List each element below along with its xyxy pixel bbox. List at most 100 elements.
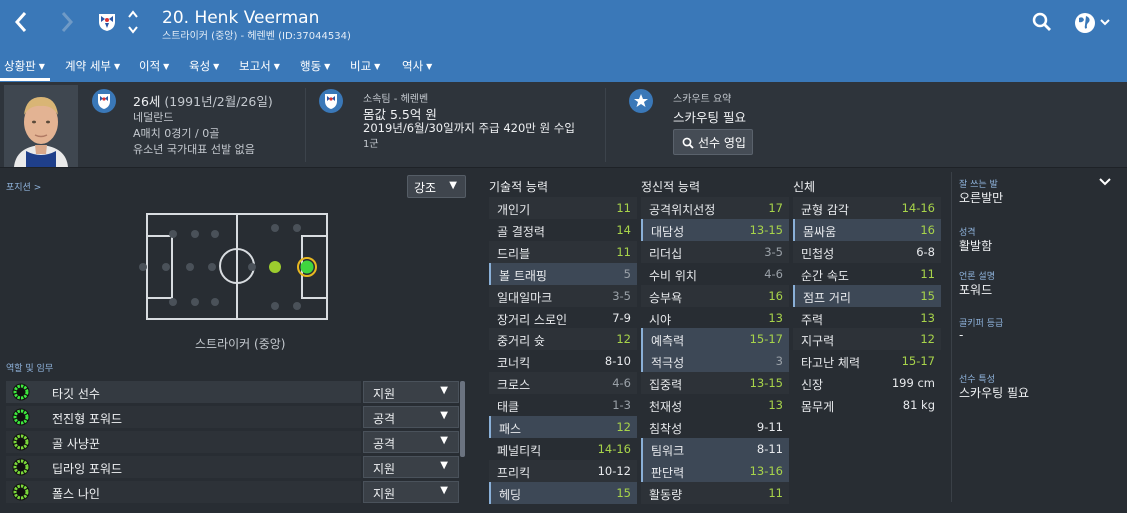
attribute-name: 장거리 스로인 — [497, 312, 568, 327]
attribute-row[interactable]: 대담성 13-15 — [641, 218, 789, 241]
attribute-row[interactable]: 승부욕 16 — [641, 284, 789, 307]
attribute-row[interactable]: 점프 거리 15 — [793, 284, 941, 307]
menu-item-compare[interactable]: 비교 ▼ — [350, 58, 380, 74]
attribute-row[interactable]: 주력 13 — [793, 307, 941, 329]
attribute-row[interactable]: 균형 감각 14-16 — [793, 197, 941, 219]
attribute-value: 13-15 — [749, 376, 783, 391]
club-crest-icon[interactable] — [319, 89, 343, 113]
info-value: 포워드 — [959, 283, 993, 297]
attribute-row[interactable]: 골 결정력 14 — [489, 219, 637, 241]
role-row[interactable]: 타깃 선수 지원 ▼ — [6, 381, 459, 403]
role-duty-dropdown[interactable]: 지원 ▼ — [363, 381, 459, 403]
menu-item-development[interactable]: 육성 ▼ — [189, 58, 219, 74]
menu-item-actions[interactable]: 행동 ▼ — [300, 58, 330, 74]
attribute-row[interactable]: 민첩성 6-8 — [793, 240, 941, 263]
attribute-row[interactable]: 프리킥 10-12 — [489, 459, 637, 482]
attribute-row[interactable]: 순간 속도 11 — [793, 263, 941, 285]
attribute-row[interactable]: 판단력 13-16 — [641, 459, 789, 482]
attribute-row[interactable]: 공격위치선정 17 — [641, 197, 789, 219]
role-duty-dropdown[interactable]: 공격 ▼ — [363, 406, 459, 428]
sign-player-button[interactable]: 선수 영입 — [673, 129, 753, 155]
technical-title: 기술적 능력 — [489, 180, 549, 194]
role-row[interactable]: 골 사냥꾼 공격 ▼ — [6, 431, 459, 453]
attribute-name: 몸무게 — [801, 400, 835, 415]
position-link[interactable]: 포지션 > — [6, 180, 41, 193]
attribute-row[interactable]: 코너킥 8-10 — [489, 350, 637, 372]
attribute-name: 판단력 — [651, 465, 685, 480]
role-row[interactable]: 딥라잉 포워드 지원 ▼ — [6, 456, 459, 478]
attribute-value: 12 — [616, 332, 631, 347]
attribute-row[interactable]: 천재성 13 — [641, 394, 789, 416]
back-arrow-icon[interactable] — [14, 10, 28, 39]
attribute-name: 수비 위치 — [649, 268, 697, 283]
attribute-row[interactable]: 드리블 11 — [489, 240, 637, 263]
attribute-row[interactable]: 시야 13 — [641, 307, 789, 329]
role-row[interactable]: 폴스 나인 지원 ▼ — [6, 481, 459, 503]
scout-label: 스카우트 요약 — [673, 94, 732, 105]
attribute-name: 헤딩 — [499, 487, 522, 502]
search-icon[interactable] — [1032, 12, 1052, 32]
attribute-value: 13-16 — [749, 463, 783, 478]
attribute-row[interactable]: 신장 199 cm — [793, 372, 941, 394]
attribute-name: 리더십 — [649, 246, 683, 261]
squad-status: 1군 — [363, 139, 379, 150]
attribute-row[interactable]: 몸싸움 16 — [793, 218, 941, 241]
role-duty-dropdown[interactable]: 지원 ▼ — [363, 456, 459, 478]
attribute-row[interactable]: 적극성 3 — [641, 350, 789, 373]
menu-item-contract[interactable]: 계약 세부 ▼ — [65, 58, 120, 74]
attribute-name: 중거리 슛 — [497, 334, 545, 349]
attribute-name: 패스 — [499, 422, 522, 436]
attribute-row[interactable]: 페널티킥 14-16 — [489, 438, 637, 460]
attribute-value: 5 — [623, 266, 631, 281]
forward-arrow-icon[interactable] — [60, 10, 74, 39]
attribute-name: 적극성 — [651, 356, 685, 371]
attribute-row[interactable]: 볼 트래핑 5 — [489, 262, 637, 285]
attribute-name: 태클 — [497, 400, 520, 415]
attribute-row[interactable]: 중거리 슛 12 — [489, 328, 637, 351]
role-rating-icon — [12, 383, 30, 401]
attribute-row[interactable]: 리더십 3-5 — [641, 240, 789, 263]
attribute-row[interactable]: 수비 위치 4-6 — [641, 263, 789, 285]
attribute-value: 15 — [616, 485, 631, 500]
attribute-name: 팀워크 — [651, 443, 685, 458]
menu-active-underline — [0, 78, 50, 81]
player-switch-icon[interactable] — [126, 8, 140, 36]
attribute-name: 일대일마크 — [497, 290, 553, 305]
attribute-row[interactable]: 지구력 12 — [793, 328, 941, 351]
attribute-row[interactable]: 헤딩 15 — [489, 481, 637, 504]
emphasis-dropdown[interactable]: 강조 ▼ — [407, 175, 466, 198]
roles-scrollbar[interactable] — [460, 381, 465, 457]
attribute-row[interactable]: 패스 12 — [489, 416, 637, 438]
attribute-row[interactable]: 일대일마크 3-5 — [489, 284, 637, 307]
club-crest-icon[interactable] — [97, 12, 117, 32]
mental-title: 정신적 능력 — [641, 180, 701, 194]
menu-item-overview[interactable]: 상황판 ▼ — [4, 58, 45, 74]
globe-icon[interactable] — [1074, 12, 1114, 34]
attribute-row[interactable]: 활동량 11 — [641, 481, 789, 504]
attribute-value: 11 — [920, 266, 935, 281]
attribute-row[interactable]: 태클 1-3 — [489, 394, 637, 416]
menu-item-reports[interactable]: 보고서 ▼ — [239, 58, 280, 74]
attribute-row[interactable]: 개인기 11 — [489, 197, 637, 219]
attribute-row[interactable]: 팀워크 8-11 — [641, 437, 789, 460]
attribute-value: 13 — [920, 310, 935, 325]
role-row[interactable]: 전진형 포워드 공격 ▼ — [6, 406, 459, 428]
menu-item-history[interactable]: 역사 ▼ — [402, 58, 432, 74]
attribute-value: 8-10 — [604, 354, 631, 369]
role-duty-dropdown[interactable]: 지원 ▼ — [363, 481, 459, 503]
role-duty-dropdown[interactable]: 공격 ▼ — [363, 431, 459, 453]
attribute-row[interactable]: 크로스 4-6 — [489, 372, 637, 395]
attribute-row[interactable]: 집중력 13-15 — [641, 372, 789, 395]
attribute-value: 13 — [768, 310, 783, 325]
menu-item-transfer[interactable]: 이적 ▼ — [139, 58, 169, 74]
attribute-row[interactable]: 예측력 15-17 — [641, 328, 789, 351]
chevron-down-icon[interactable] — [1099, 176, 1111, 190]
attribute-name: 공격위치선정 — [649, 203, 716, 217]
attribute-row[interactable]: 타고난 체력 15-17 — [793, 350, 941, 372]
attribute-row[interactable]: 침착성 9-11 — [641, 416, 789, 438]
attribute-name: 골 결정력 — [497, 224, 545, 239]
attribute-row[interactable]: 몸무게 81 kg — [793, 394, 941, 416]
attribute-value: 4-6 — [764, 266, 783, 281]
attribute-row[interactable]: 장거리 스로인 7-9 — [489, 307, 637, 329]
player-nationality: 네덜란드 — [133, 111, 174, 124]
